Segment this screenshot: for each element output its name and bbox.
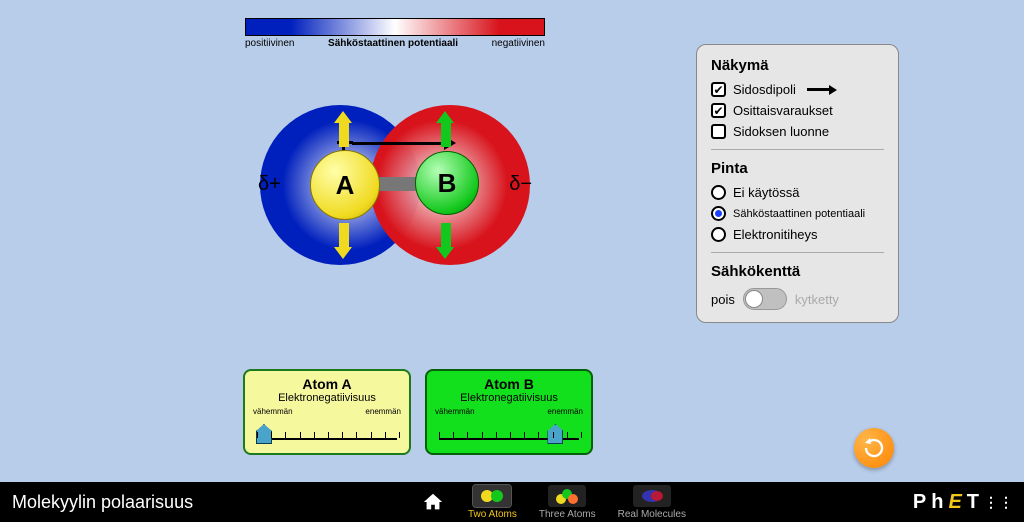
sim-title: Molekyylin polaarisuus [0,492,193,513]
surface-potential-radio[interactable]: Sähköstaattinen potentiaali [711,206,884,221]
legend-left: positiivinen [245,38,294,49]
radio-icon [711,185,726,200]
bond-dipole-label: Sidosdipoli [733,82,796,97]
checkbox-icon [711,82,726,97]
atom-b-slider-title: Atom B [435,376,583,392]
panel-divider [711,149,884,150]
atom-a-track[interactable] [253,418,401,444]
tab-three-atoms-label: Three Atoms [539,509,596,520]
bottom-bar: Molekyylin polaarisuus Two Atoms Three A… [0,482,1024,522]
partial-charges-label: Osittaisvaraukset [733,103,833,118]
bond-character-checkbox[interactable]: Sidoksen luonne [711,124,884,139]
atom-b[interactable]: B [415,151,479,215]
surface-potential-label: Sähköstaattinen potentiaali [733,208,865,220]
atom-b-thumb[interactable] [547,424,563,444]
surface-none-radio[interactable]: Ei käytössä [711,185,884,200]
two-atoms-icon [473,485,511,507]
drag-arrow-a-down [338,223,350,259]
tab-real-molecules[interactable]: Real Molecules [618,485,686,520]
delta-plus-label: δ+ [258,173,281,196]
efield-heading: Sähkökenttä [711,263,884,280]
real-molecules-icon [633,485,671,507]
tab-three-atoms[interactable]: Three Atoms [539,485,596,520]
atom-b-max: enemmän [547,407,583,416]
drag-arrow-a-up [338,111,350,147]
atom-b-slider-sub: Elektronegatiivisuus [435,392,583,404]
atom-b-min: vähemmän [435,407,475,416]
radio-icon [711,206,726,221]
control-panel: Näkymä Sidosdipoli Osittaisvaraukset Sid… [696,44,899,323]
radio-icon [711,227,726,242]
molecule-view[interactable]: δ+ δ− A B [260,105,530,270]
drag-arrow-b-down [440,223,452,259]
view-heading: Näkymä [711,57,884,74]
drag-arrow-b-up [440,111,452,147]
atom-b-slider-box: Atom B Elektronegatiivisuus vähemmän ene… [425,369,593,455]
reset-all-button[interactable] [854,428,894,468]
tab-real-molecules-label: Real Molecules [618,509,686,520]
bond-character-label: Sidoksen luonne [733,124,829,139]
atom-a-min: vähemmän [253,407,293,416]
home-icon[interactable] [420,491,446,513]
efield-off-label: pois [711,292,735,307]
kebab-menu-icon[interactable]: ⋮⋮ [984,499,1014,505]
reset-icon [862,436,886,460]
partial-charges-checkbox[interactable]: Osittaisvaraukset [711,103,884,118]
surface-heading: Pinta [711,160,884,177]
tab-two-atoms[interactable]: Two Atoms [468,485,517,520]
atom-a-slider-title: Atom A [253,376,401,392]
surface-density-label: Elektronitiheys [733,227,818,242]
efield-toggle[interactable] [743,288,787,310]
atom-a-label: A [336,170,355,201]
delta-minus-label: δ− [509,173,532,196]
atom-b-label: B [438,168,457,199]
atom-a[interactable]: A [310,150,380,220]
surface-none-label: Ei käytössä [733,185,799,200]
screen-nav: Two Atoms Three Atoms Real Molecules [193,485,913,520]
three-atoms-icon [548,485,586,507]
dipole-arrow-icon [807,85,837,95]
atom-a-slider-box: Atom A Elektronegatiivisuus vähemmän ene… [243,369,411,455]
atom-a-slider-sub: Elektronegatiivisuus [253,392,401,404]
surface-density-radio[interactable]: Elektronitiheys [711,227,884,242]
electronegativity-sliders: Atom A Elektronegatiivisuus vähemmän ene… [243,369,593,455]
bond-dipole-arrow [342,133,456,153]
tab-two-atoms-label: Two Atoms [468,509,517,520]
atom-b-track[interactable] [435,418,583,444]
checkbox-icon [711,124,726,139]
checkbox-icon [711,103,726,118]
potential-legend: positiivinen Sähköstaattinen potentiaali… [245,18,545,49]
efield-on-label: kytketty [795,292,839,307]
potential-gradient-bar [245,18,545,36]
atom-a-max: enemmän [365,407,401,416]
legend-center: Sähköstaattinen potentiaali [328,38,458,49]
phet-logo[interactable]: PhET ⋮⋮ [913,491,1024,514]
bond-dipole-checkbox[interactable]: Sidosdipoli [711,82,884,97]
atom-a-thumb[interactable] [256,424,272,444]
legend-right: negatiivinen [492,38,545,49]
panel-divider [711,252,884,253]
